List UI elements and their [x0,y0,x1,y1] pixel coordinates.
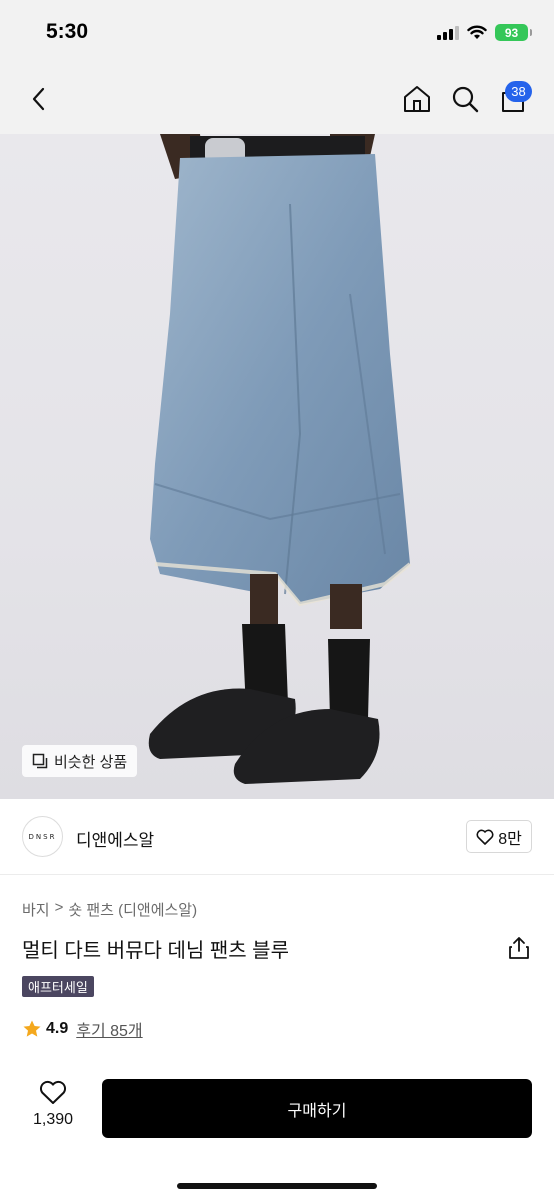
search-button[interactable] [448,82,482,116]
battery-level: 93 [504,25,519,40]
chevron-left-icon [32,87,45,111]
brand-logo-text: DNSR [28,832,57,841]
brand-like-button[interactable]: 8만 [466,820,532,853]
heart-icon [39,1080,67,1104]
product-like-count: 1,390 [32,1111,74,1128]
share-button[interactable] [506,934,532,962]
product-title: 멀티 다트 버뮤다 데님 팬츠 블루 [22,940,289,962]
battery-icon: 93 [495,24,532,41]
breadcrumb-category[interactable]: 바지 [22,899,50,920]
signal-icon [437,25,459,40]
rating-row: 4.9 후기 85개 [22,1017,143,1041]
nav-bar [0,66,554,134]
product-image[interactable] [0,134,554,799]
status-time: 5:30 [46,20,89,43]
home-icon [404,86,430,112]
breadcrumb-subcategory[interactable]: 숏 팬츠 (디앤에스알) [68,899,197,920]
breadcrumb: 바지 > 숏 팬츠 (디앤에스알) [22,899,197,920]
status-bar: 5:30 93 [0,0,554,66]
review-link[interactable]: 후기 85개 [76,1017,142,1041]
buy-button[interactable]: 구매하기 [102,1079,532,1138]
back-button[interactable] [22,82,56,116]
rating-value: 4.9 [46,1020,69,1037]
sale-badge: 애프터세일 [22,976,94,997]
share-icon [509,937,529,959]
star-icon [23,1020,41,1037]
brand-name[interactable]: 디앤에스알 [76,826,154,851]
similar-products-label: 비슷한 상품 [54,753,128,771]
copy-icon [32,753,48,769]
home-indicator [177,1183,377,1189]
home-button[interactable] [400,82,434,116]
search-icon [452,86,479,113]
product-like-button[interactable]: 1,390 [22,1080,84,1136]
brand-row: DNSR 디앤에스알 8만 [0,800,554,875]
wifi-icon [467,25,487,40]
status-icons: 93 [437,24,532,41]
similar-products-button[interactable]: 비슷한 상품 [22,745,138,777]
product-photo [148,134,412,784]
heart-icon [476,829,494,845]
brand-like-count: 8만 [498,830,522,848]
cart-count-badge: 38 [505,81,532,102]
brand-logo[interactable]: DNSR [22,816,63,857]
breadcrumb-separator: > [54,899,64,916]
